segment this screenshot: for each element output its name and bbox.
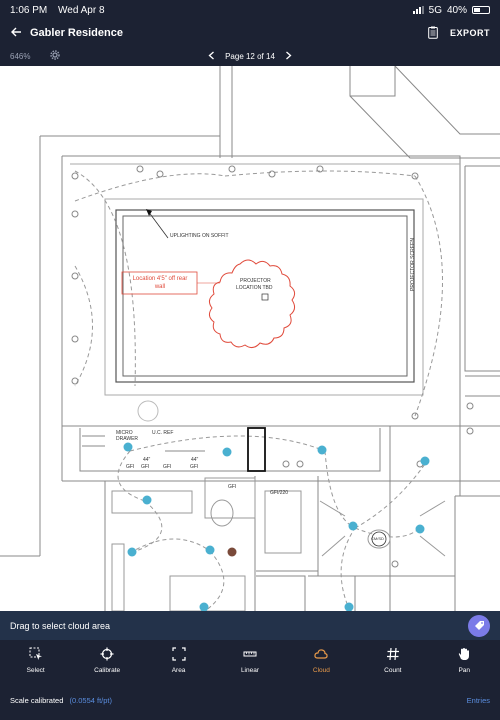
tool-count[interactable]: Count	[357, 640, 428, 680]
export-button[interactable]: EXPORT	[450, 28, 490, 38]
scale-value: (0.0554 ft/pt)	[69, 695, 112, 705]
next-page-chevron-icon[interactable]	[285, 51, 292, 62]
project-title: Gabler Residence	[30, 27, 123, 39]
tool-calibrate[interactable]: Calibrate	[71, 640, 142, 680]
floor-plan-drawing	[0, 66, 500, 611]
hint-text: Drag to select cloud area	[10, 620, 111, 631]
status-time-date: 1:06 PM Wed Apr 8	[10, 5, 113, 16]
tool-linear[interactable]: Linear	[214, 640, 285, 680]
tool-calibrate-label: Calibrate	[94, 666, 121, 674]
view-bar: 646% Page 12 of 14	[0, 46, 500, 66]
area-icon	[171, 646, 186, 663]
page-navigator: Page 12 of 14	[0, 51, 500, 62]
hint-bar: Drag to select cloud area	[0, 611, 500, 640]
tool-pan-label: Pan	[458, 666, 471, 674]
tool-pan[interactable]: Pan	[429, 640, 500, 680]
count-markers[interactable]	[123, 442, 430, 612]
tool-linear-label: Linear	[240, 666, 260, 674]
clipboard-icon[interactable]	[428, 26, 438, 41]
tool-select[interactable]: Select	[0, 640, 71, 680]
nav-title-group: Gabler Residence	[10, 26, 123, 41]
status-bar: 1:06 PM Wed Apr 8 5G 40%	[0, 0, 500, 20]
selected-box[interactable]	[247, 427, 266, 472]
tool-select-label: Select	[26, 666, 45, 674]
nav-bar: Gabler Residence EXPORT	[0, 20, 500, 46]
location-note-box[interactable]	[121, 271, 198, 295]
crosshair-icon	[100, 647, 114, 663]
page-label: Page 12 of 14	[225, 51, 275, 61]
scale-label: Scale calibrated	[10, 695, 64, 705]
tool-bar: Select Calibrate Area Linear Cloud Count…	[0, 640, 500, 680]
status-date: Wed Apr 8	[58, 4, 105, 16]
export-group: EXPORT	[428, 26, 490, 41]
status-indicators: 5G 40%	[412, 4, 490, 16]
hand-icon	[457, 647, 471, 663]
signal-icon	[412, 6, 424, 14]
settings-gear-icon[interactable]	[50, 50, 60, 62]
battery-icon	[472, 6, 490, 14]
tool-cloud-label: Cloud	[312, 666, 330, 674]
select-icon	[29, 647, 43, 663]
status-time: 1:06 PM	[10, 4, 48, 16]
tag-icon	[474, 620, 485, 633]
app-window: 1:06 PM Wed Apr 8 5G 40% Gabler Residenc…	[0, 0, 500, 720]
battery-label: 40%	[446, 4, 467, 16]
footer-bar: Scale calibrated (0.0554 ft/pt) Entries	[0, 680, 500, 720]
tool-area[interactable]: Area	[143, 640, 214, 680]
tool-count-label: Count	[384, 666, 402, 674]
zoom-level: 646%	[10, 51, 31, 61]
tool-cloud[interactable]: Cloud	[286, 640, 357, 680]
drawing-canvas[interactable]: UPLIGHTING ON SOFFIT PROJECTOR LOCATION …	[0, 66, 500, 611]
hash-icon	[386, 647, 400, 663]
tool-area-label: Area	[171, 666, 186, 674]
cloud-icon	[314, 647, 329, 663]
network-label: 5G	[428, 4, 442, 16]
prev-page-chevron-icon[interactable]	[208, 51, 215, 62]
back-arrow-icon[interactable]	[10, 26, 22, 41]
projector-cloud-markup[interactable]	[208, 259, 296, 349]
entries-button[interactable]: Entries	[467, 696, 490, 705]
scale-status: Scale calibrated (0.0554 ft/pt)	[10, 696, 112, 705]
tag-button[interactable]	[468, 615, 490, 637]
linear-icon	[243, 647, 257, 663]
